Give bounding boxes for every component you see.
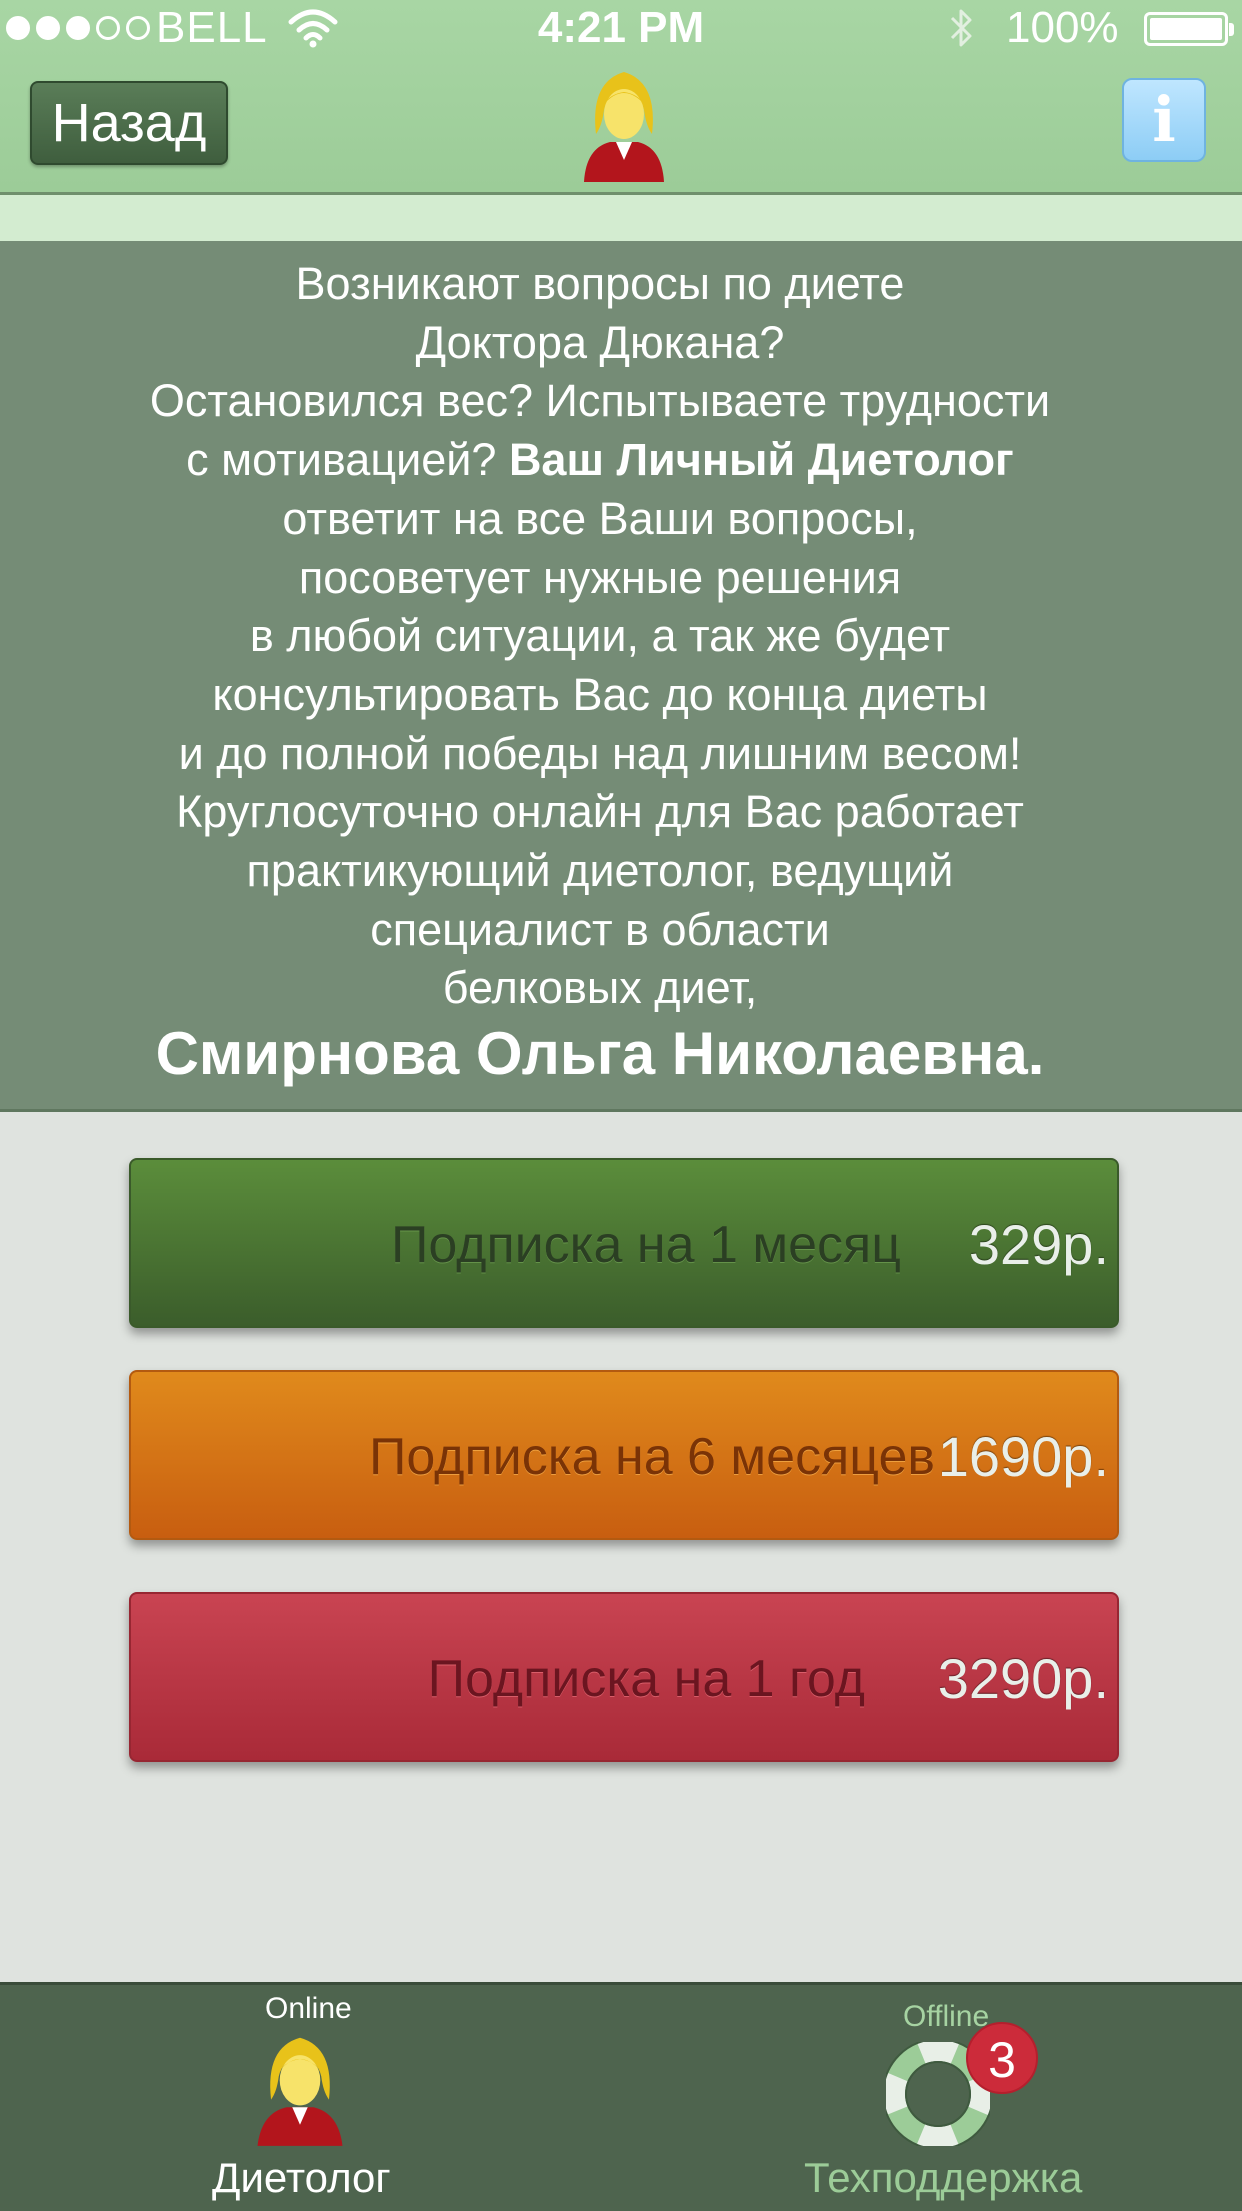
description-panel: Возникают вопросы по диете Доктора Дюкан… (0, 241, 1242, 1112)
subscription-price: 3290р. (937, 1647, 1109, 1710)
description-line: в любой ситуации, а так же будет (249, 610, 951, 662)
header-divider (0, 195, 1242, 241)
description-line: Доктора Дюкана? (415, 316, 785, 368)
battery-percent: 100% (1006, 3, 1119, 52)
tab-dietitian-label: Диетолог (212, 2154, 391, 2201)
description-line: ответит на все Ваши вопросы, (282, 492, 918, 544)
status-bar: BELL 4:21 PM 100% (0, 0, 1242, 56)
dietitian-icon (257, 2037, 343, 2146)
description-fragment: с мотивацией? (186, 434, 509, 486)
tab-support-label: Техподдержка (804, 2154, 1083, 2201)
description-line: Остановился вес? Испытываете трудности (149, 375, 1051, 427)
battery-icon (1144, 12, 1234, 46)
personal-dietitian-highlight: Ваш Личный Диетолог (508, 434, 1014, 486)
subscription-price: 1690р. (937, 1425, 1109, 1488)
description-line: белковых диет, (442, 962, 758, 1014)
notification-badge: 3 (966, 2022, 1038, 2094)
subscription-6-months-button[interactable]: Подписка на 6 месяцев 1690р. (129, 1370, 1119, 1540)
description-line: практикующий диетолог, ведущий (246, 845, 954, 897)
online-status: Online (265, 1992, 352, 2025)
doctor-name: Смирнова Ольга Николаевна. (155, 1020, 1045, 1087)
dietitian-avatar-icon (584, 72, 664, 182)
subscription-price: 329р. (968, 1213, 1109, 1276)
navigation-bar: BELL 4:21 PM 100% Назад i (0, 0, 1242, 195)
back-button[interactable]: Назад (30, 81, 228, 165)
description-line: специалист в области (370, 903, 830, 955)
description-line: Круглосуточно онлайн для Вас работает (176, 786, 1024, 838)
offline-status: Offline (903, 2000, 990, 2033)
description-line: консультировать Вас до конца диеты (212, 668, 988, 720)
description-line: посоветует нужные решения (298, 551, 902, 603)
description-line: и до полной победы над лишним весом! (178, 727, 1022, 779)
subscription-1-month-button[interactable]: Подписка на 1 месяц 329р. (129, 1158, 1119, 1328)
info-button[interactable]: i (1122, 78, 1206, 162)
description-line: Возникают вопросы по диете (295, 258, 905, 309)
subscription-label: Подписка на 1 месяц (390, 1216, 901, 1274)
subscription-1-year-button[interactable]: Подписка на 1 год 3290р. (129, 1592, 1119, 1762)
subscription-label: Подписка на 6 месяцев (369, 1428, 935, 1486)
description-text: Возникают вопросы по диете Доктора Дюкан… (0, 255, 1200, 1018)
description-line: с мотивацией? Ваш Личный Диетолог (0, 431, 1200, 490)
bluetooth-icon (950, 9, 972, 47)
subscription-label: Подписка на 1 год (427, 1650, 865, 1708)
